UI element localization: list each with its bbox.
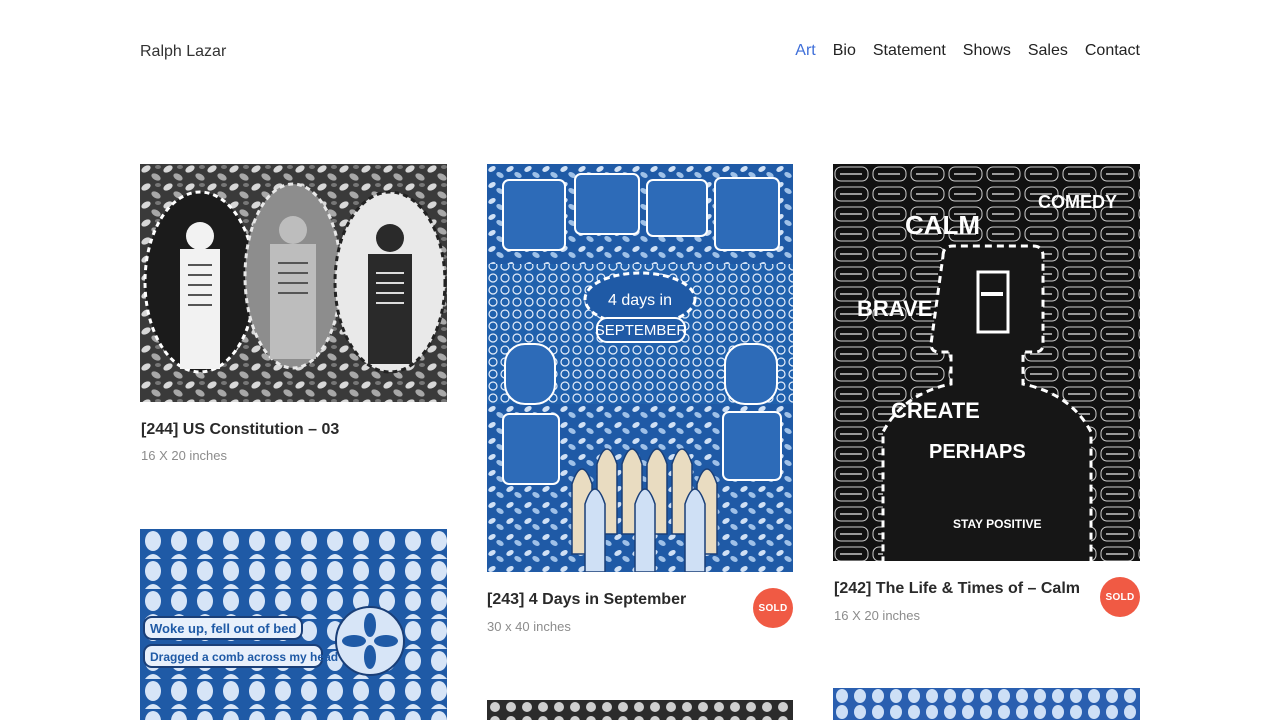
nav-item-art[interactable]: Art (795, 42, 815, 60)
artwork-inline-text: 4 days in (608, 292, 672, 309)
nav-item-statement[interactable]: Statement (873, 42, 946, 60)
artwork-inline-text: CALM (905, 210, 980, 240)
artwork-inline-text: COMEDY (1038, 192, 1117, 212)
artwork-title[interactable]: [243] 4 Days in September (487, 591, 686, 609)
artwork-image[interactable]: COMEDY CALM BRAVE CREATE PERHAPS STAY PO… (833, 164, 1140, 561)
sold-badge: SOLD (1100, 577, 1140, 617)
nav-item-sales[interactable]: Sales (1028, 42, 1068, 60)
artwork-image[interactable] (140, 164, 447, 402)
artwork-dimensions: 16 X 20 inches (834, 608, 921, 623)
artwork-image[interactable]: 4 days in SEPTEMBER (487, 164, 793, 572)
artwork-inline-text: PERHAPS (929, 441, 1026, 463)
nav-item-contact[interactable]: Contact (1085, 42, 1140, 60)
artwork-title[interactable]: [244] US Constitution – 03 (141, 421, 339, 439)
site-header: Ralph Lazar Art Bio Statement Shows Sale… (140, 40, 1140, 66)
nav-item-bio[interactable]: Bio (833, 42, 856, 60)
artwork-inline-text: BRAVE (857, 296, 932, 321)
artwork-image[interactable]: Woke up, fell out of bed Dragged a comb … (140, 529, 447, 720)
nav-item-shows[interactable]: Shows (963, 42, 1011, 60)
artwork-inline-text: Dragged a comb across my head (150, 650, 338, 664)
artwork-inline-text: CREATE (891, 398, 980, 423)
site-title-link[interactable]: Ralph Lazar (140, 43, 226, 61)
sold-badge: SOLD (753, 588, 793, 628)
artwork-image[interactable] (833, 688, 1140, 720)
artwork-dimensions: 16 X 20 inches (141, 448, 228, 463)
main-nav: Art Bio Statement Shows Sales Contact (795, 42, 1140, 60)
artwork-inline-text: Woke up, fell out of bed (150, 621, 296, 636)
artwork-image[interactable] (487, 700, 793, 720)
artwork-inline-text: STAY POSITIVE (953, 517, 1041, 531)
artwork-title[interactable]: [242] The Life & Times of – Calm (834, 580, 1080, 598)
artwork-dimensions: 30 x 40 inches (487, 619, 571, 634)
artwork-inline-text: SEPTEMBER (595, 322, 688, 339)
